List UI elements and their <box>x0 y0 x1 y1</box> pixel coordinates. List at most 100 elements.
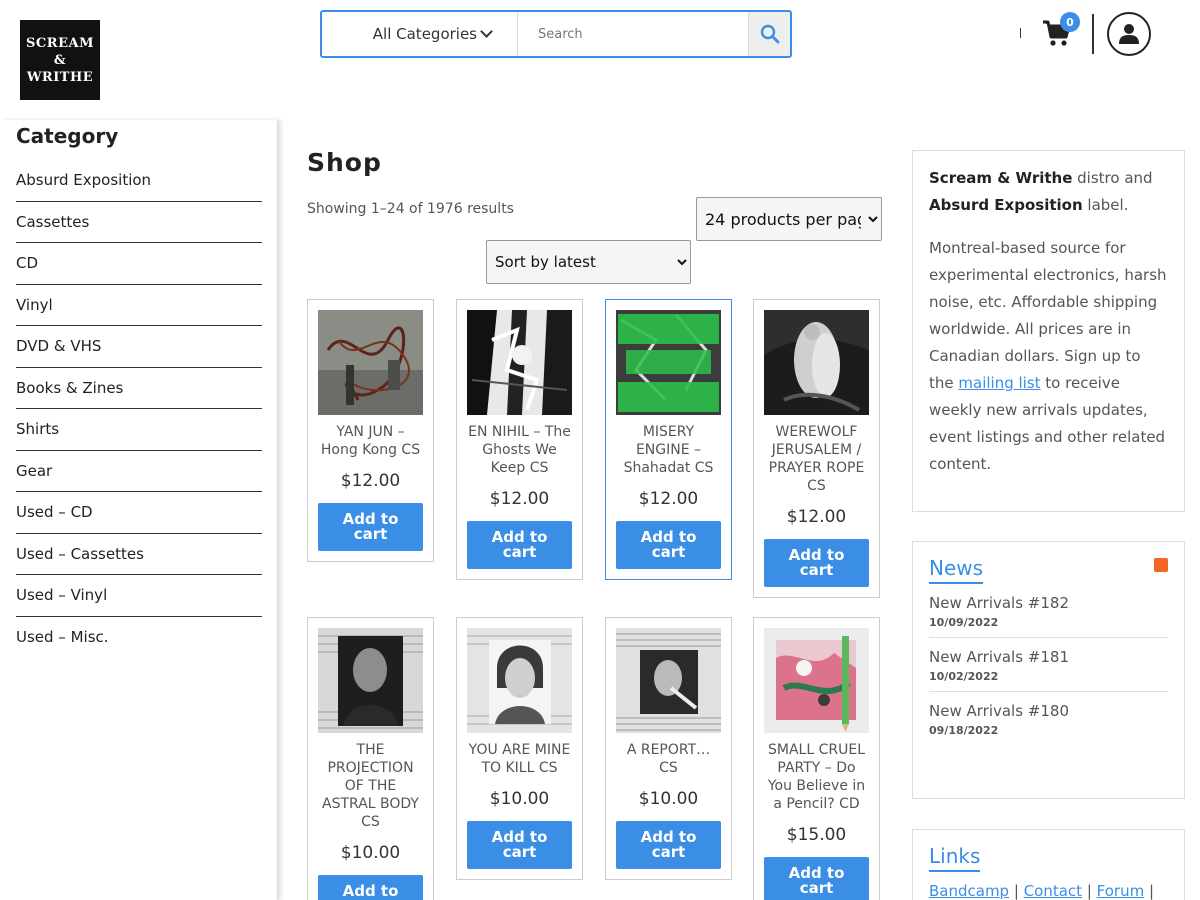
category-link[interactable]: Used – Misc. <box>16 617 262 659</box>
mailing-list-link[interactable]: mailing list <box>958 374 1040 392</box>
product-price: $12.00 <box>489 489 550 509</box>
product-card[interactable]: YAN JUN – Hong Kong CS $12.00 Add to cart <box>307 299 434 562</box>
product-price: $12.00 <box>340 471 401 491</box>
product-image-forest[interactable] <box>467 310 572 415</box>
add-to-cart-label: cart <box>353 525 388 543</box>
search-input[interactable] <box>518 12 748 56</box>
category-link[interactable]: Books & Zines <box>16 368 262 409</box>
add-to-cart-label: cart <box>502 843 537 861</box>
forum-link[interactable]: Forum <box>1097 882 1145 900</box>
add-to-cart-button[interactable]: Add tocart <box>318 503 423 551</box>
news-item[interactable]: New Arrivals #182 10/09/2022 <box>929 584 1168 638</box>
link-separator: | <box>1144 882 1155 900</box>
category-link[interactable]: Absurd Exposition <box>16 160 262 202</box>
add-to-cart-label: cart <box>651 843 686 861</box>
product-price: $10.00 <box>489 789 550 809</box>
link-separator: | <box>1082 882 1097 900</box>
product-price: $15.00 <box>786 825 847 845</box>
about-description: Montreal-based source for experimental e… <box>929 235 1168 478</box>
contact-link[interactable]: Contact <box>1024 882 1082 900</box>
add-to-cart-button[interactable]: Add tocart <box>764 857 869 900</box>
category-link[interactable]: Cassettes <box>16 202 262 243</box>
news-item[interactable]: New Arrivals #180 09/18/2022 <box>929 692 1168 745</box>
category-link[interactable]: Used – Vinyl <box>16 575 262 617</box>
product-image-woman-portrait[interactable] <box>467 628 572 733</box>
product-name[interactable]: YOU ARE MINE TO KILL CS <box>467 741 572 777</box>
chevron-down-icon <box>480 25 493 38</box>
link-separator: | <box>1009 882 1024 900</box>
product-image-abstract-pencil[interactable] <box>764 628 869 733</box>
rss-icon[interactable] <box>1154 558 1168 572</box>
sort-select[interactable]: Sort by latest <box>486 240 691 284</box>
add-to-cart-button[interactable]: Add tocart <box>616 521 721 569</box>
category-sidebar: Category Absurd Exposition Cassettes CD … <box>0 120 278 900</box>
logo-line: WRITHE <box>26 69 94 85</box>
account-button[interactable] <box>1107 12 1151 56</box>
category-link[interactable]: Used – CD <box>16 492 262 534</box>
category-link[interactable]: CD <box>16 243 262 285</box>
product-image-wires[interactable] <box>318 310 423 415</box>
product-image-man-portrait[interactable] <box>318 628 423 733</box>
sidebar-title: Category <box>16 124 119 148</box>
product-name[interactable]: SMALL CRUEL PARTY – Do You Believe in a … <box>764 741 869 813</box>
product-price: $12.00 <box>786 507 847 527</box>
product-card[interactable]: MISERY ENGINE – Shahadat CS $12.00 Add t… <box>605 299 732 580</box>
add-to-cart-label: cart <box>799 879 834 897</box>
category-link[interactable]: DVD & VHS <box>16 326 262 368</box>
product-name[interactable]: EN NIHIL – The Ghosts We Keep CS <box>467 423 572 477</box>
links-row: Bandcamp | Contact | Forum | <box>929 882 1168 900</box>
product-price: $12.00 <box>638 489 699 509</box>
logo-line: SCREAM <box>26 35 94 51</box>
search-icon <box>760 24 779 44</box>
product-card[interactable]: EN NIHIL – The Ghosts We Keep CS $12.00 … <box>456 299 583 580</box>
news-item-title[interactable]: New Arrivals #180 <box>929 702 1168 720</box>
category-list: Absurd Exposition Cassettes CD Vinyl DVD… <box>16 160 262 658</box>
add-to-cart-label: cart <box>651 543 686 561</box>
add-to-cart-button[interactable]: Add tocart <box>467 521 572 569</box>
add-to-cart-label: cart <box>799 561 834 579</box>
product-card[interactable]: YOU ARE MINE TO KILL CS $10.00 Add to car… <box>456 617 583 880</box>
product-image-misery-engine[interactable] <box>616 310 721 415</box>
category-link[interactable]: Shirts <box>16 409 262 451</box>
header-divider <box>1092 14 1094 54</box>
per-page-select[interactable]: 24 products per page <box>696 197 882 241</box>
site-logo[interactable]: SCREAM & WRITHE <box>20 20 100 100</box>
category-dropdown[interactable]: All Categories <box>322 12 518 56</box>
category-link[interactable]: Used – Cassettes <box>16 534 262 575</box>
product-name[interactable]: WEREWOLF JERUSALEM / PRAYER ROPE CS <box>764 423 869 495</box>
add-to-cart-button[interactable]: Add tocart <box>616 821 721 869</box>
bandcamp-link[interactable]: Bandcamp <box>929 882 1009 900</box>
category-link[interactable]: Gear <box>16 451 262 492</box>
product-image-newspaper[interactable] <box>616 628 721 733</box>
product-card[interactable]: SMALL CRUEL PARTY – Do You Believe in a … <box>753 617 880 900</box>
about-text: label. <box>1082 196 1129 214</box>
about-widget: Scream & Writhe distro and Absurd Exposi… <box>912 150 1185 512</box>
add-to-cart-button[interactable]: Add tocart <box>318 875 423 900</box>
product-card[interactable]: WEREWOLF JERUSALEM / PRAYER ROPE CS $12.… <box>753 299 880 598</box>
add-to-cart-button[interactable]: Add tocart <box>467 821 572 869</box>
search-button[interactable] <box>748 12 790 56</box>
page-title: Shop <box>307 148 382 177</box>
product-name[interactable]: THE PROJECTION OF THE ASTRAL BODY CS <box>318 741 423 831</box>
news-item[interactable]: New Arrivals #181 10/02/2022 <box>929 638 1168 692</box>
product-card[interactable]: A REPORT… CS $10.00 Add to cart <box>605 617 732 880</box>
news-item-date: 09/18/2022 <box>929 724 999 737</box>
news-item-title[interactable]: New Arrivals #182 <box>929 594 1168 612</box>
product-name[interactable]: A REPORT… CS <box>616 741 721 777</box>
product-price: $10.00 <box>340 843 401 863</box>
add-to-cart-button[interactable]: Add tocart <box>764 539 869 587</box>
news-item-date: 10/02/2022 <box>929 670 999 683</box>
news-item-title[interactable]: New Arrivals #181 <box>929 648 1168 666</box>
product-image-engraving[interactable] <box>764 310 869 415</box>
category-link[interactable]: Vinyl <box>16 285 262 326</box>
label-name: Absurd Exposition <box>929 196 1083 214</box>
brand-name: Scream & Writhe <box>929 169 1073 187</box>
user-icon <box>1119 24 1139 44</box>
product-card[interactable]: THE PROJECTION OF THE ASTRAL BODY CS $10… <box>307 617 434 900</box>
news-title[interactable]: News <box>929 556 984 584</box>
news-widget: News New Arrivals #182 10/09/2022 New Ar… <box>912 541 1185 799</box>
about-text: Montreal-based source for experimental e… <box>929 239 1167 392</box>
product-name[interactable]: YAN JUN – Hong Kong CS <box>318 423 423 459</box>
product-name[interactable]: MISERY ENGINE – Shahadat CS <box>616 423 721 477</box>
cart-count-badge: 0 <box>1060 12 1080 32</box>
